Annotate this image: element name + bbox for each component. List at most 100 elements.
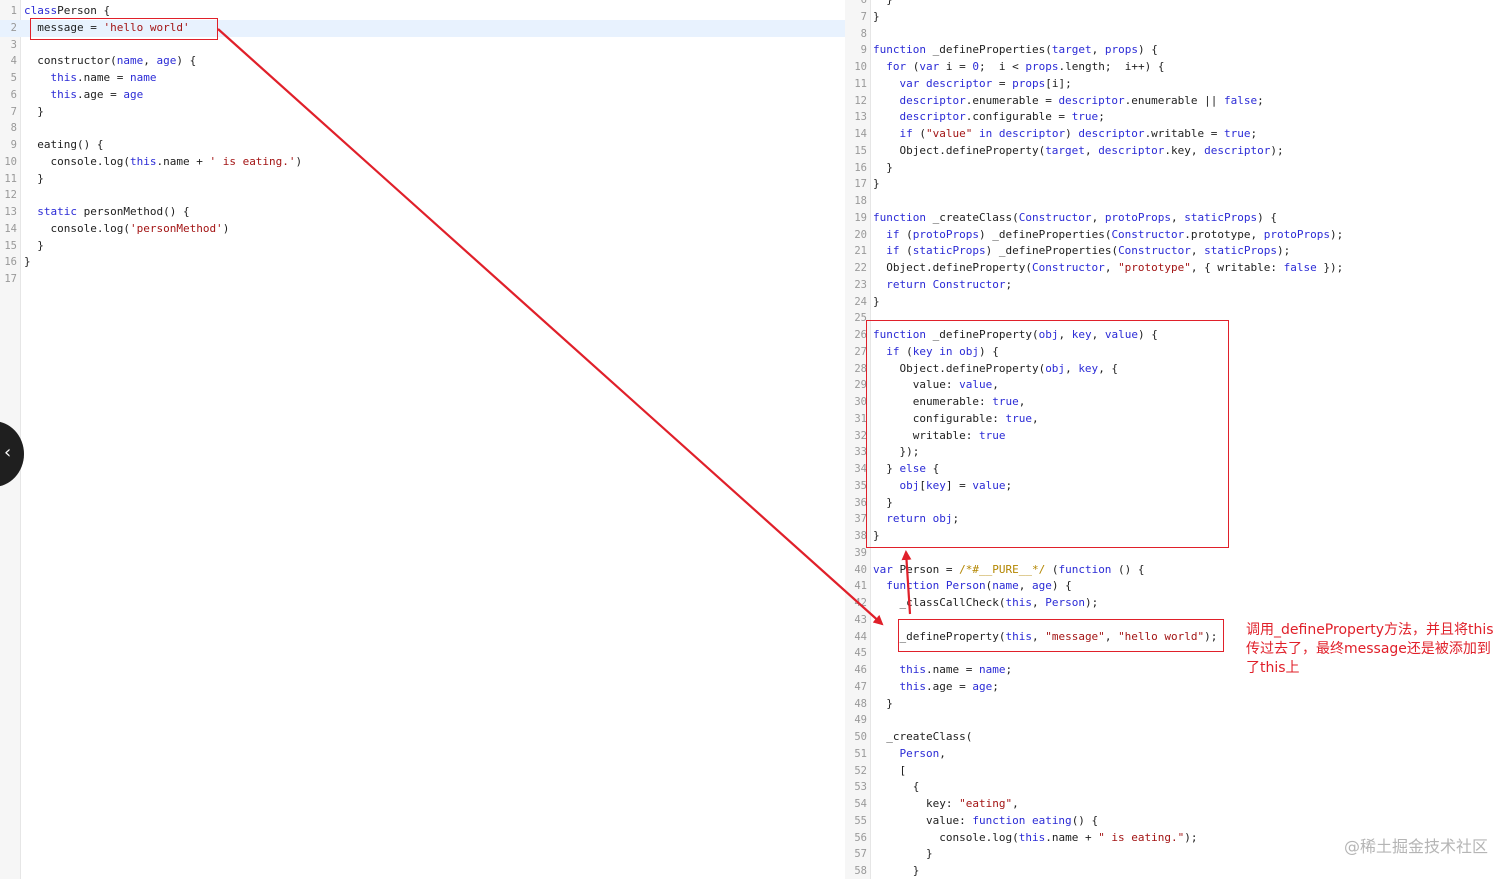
- code-line: 58 }: [845, 863, 1512, 879]
- code-token: .prototype,: [1184, 227, 1264, 241]
- code-line: 13 descriptor.configurable = true;: [845, 109, 1512, 126]
- code-token: name: [116, 54, 144, 68]
- code-token: "value": [926, 127, 973, 140]
- code-token: true: [1224, 127, 1251, 140]
- code-token: age: [972, 679, 993, 693]
- code-line: 17}: [845, 176, 1512, 193]
- code-token: .writable =: [1144, 127, 1225, 140]
- line-code: _classCallCheck(this, Person);: [873, 595, 1098, 612]
- code-line: 9 function _defineProperties(target, prop…: [845, 42, 1512, 59]
- code-token: .configurable =: [965, 110, 1072, 124]
- code-token: Constructor: [1111, 227, 1185, 241]
- line-code: {: [873, 779, 920, 796]
- code-token: );: [1277, 244, 1291, 258]
- code-token: }: [873, 160, 893, 174]
- code-token: var: [919, 60, 940, 73]
- define-property-call-box: [898, 619, 1224, 652]
- code-token: _createClass(: [925, 210, 1019, 224]
- code-line: 22 Object.defineProperty(Constructor, "p…: [845, 260, 1512, 277]
- line-number: 25: [854, 312, 867, 325]
- code-token: Person: [1045, 596, 1085, 609]
- line-number: 8: [860, 27, 867, 40]
- code-token: age: [123, 87, 144, 101]
- code-token: props: [1025, 60, 1059, 73]
- line-number: 46: [854, 664, 867, 676]
- line-number: 50: [854, 731, 867, 743]
- code-token: static: [24, 205, 77, 218]
- code-token: if: [873, 244, 900, 258]
- code-token: protoProps: [912, 227, 979, 241]
- line-code: descriptor.enumerable = descriptor.enume…: [873, 93, 1263, 110]
- line-number: 48: [854, 697, 867, 710]
- code-token: ;: [992, 679, 999, 693]
- code-line: 6 this.age = age: [0, 87, 845, 104]
- line-number: 29: [854, 379, 867, 392]
- code-line: 10 for (var i = 0; i < props.length; i++…: [845, 59, 1512, 76]
- code-token: this: [50, 71, 78, 84]
- code-token: Constructor: [1018, 210, 1092, 224]
- code-line: 48 }: [845, 696, 1512, 713]
- code-token: console.log(: [24, 154, 130, 168]
- code-token: props: [1104, 43, 1138, 57]
- code-token: in descriptor: [972, 127, 1066, 140]
- code-line: 14 if ("value" in descriptor) descriptor…: [845, 126, 1512, 143]
- line-number: 7: [860, 10, 867, 23]
- code-token: key:: [873, 797, 960, 810]
- line-number: 39: [854, 546, 867, 559]
- line-number: 58: [854, 865, 867, 877]
- code-token: false: [1224, 93, 1258, 107]
- code-token: [: [873, 763, 907, 777]
- code-token: this: [873, 663, 926, 676]
- code-line: 6 }: [845, 0, 1512, 9]
- code-line: 20 if (protoProps) _defineProperties(Con…: [845, 227, 1512, 244]
- code-token: }: [873, 847, 933, 861]
- line-code: key: "eating",: [873, 796, 1019, 813]
- code-token: protoProps: [1104, 210, 1172, 224]
- code-token: .enumerable =: [965, 93, 1059, 107]
- line-code: }: [24, 254, 31, 271]
- code-token: .name =: [77, 71, 130, 84]
- code-token: constructor(: [24, 54, 117, 68]
- code-line: 55 value: function eating() {: [845, 813, 1512, 830]
- code-token: }: [873, 9, 880, 23]
- line-number: 26: [854, 329, 867, 341]
- code-token: ): [222, 221, 230, 235]
- line-code: }: [873, 160, 893, 177]
- annotation-text: 调用_defineProperty方法，并且将this传过去了，最终messag…: [1246, 622, 1494, 676]
- code-token: if: [873, 227, 900, 241]
- line-number: 13: [4, 206, 17, 218]
- line-code: console.log(this.name + " is eating.");: [873, 830, 1197, 847]
- line-number: 4: [10, 55, 17, 68]
- line-code: }: [873, 294, 880, 311]
- code-token: ,: [143, 54, 157, 68]
- chevron-left-icon: ‹: [4, 442, 12, 463]
- line-code: this.name = name;: [873, 662, 1012, 679]
- code-token: " is eating.": [1098, 830, 1185, 844]
- code-line: 16 }: [845, 160, 1512, 177]
- line-number: 43: [854, 613, 867, 626]
- line-number: 16: [4, 256, 17, 269]
- line-number: 6: [10, 88, 17, 101]
- line-number: 5: [10, 72, 17, 84]
- code-token: (: [912, 127, 926, 140]
- code-token: Person =: [892, 562, 960, 576]
- line-code: constructor(name, age) {: [24, 53, 196, 70]
- code-line: 4 constructor(name, age) {: [0, 53, 845, 70]
- line-code: function _createClass(Constructor, proto…: [873, 210, 1277, 227]
- line-code: for (var i = 0; i < props.length; i++) {: [873, 59, 1164, 76]
- code-line: 11 var descriptor = props[i];: [845, 76, 1512, 93]
- code-token: Object.defineProperty(: [873, 143, 1046, 157]
- code-line: 7}: [845, 9, 1512, 26]
- code-line: 7 }: [0, 104, 845, 121]
- code-token: age: [156, 54, 177, 68]
- code-token: ;: [1005, 277, 1013, 291]
- line-number: 56: [854, 831, 867, 844]
- code-line: 13 static personMethod() {: [0, 204, 845, 221]
- line-number: 37: [854, 513, 867, 526]
- code-token: false: [1283, 261, 1317, 274]
- code-token: this: [50, 87, 78, 101]
- line-code: if ("value" in descriptor) descriptor.wr…: [873, 126, 1257, 143]
- line-code: }: [873, 0, 893, 9]
- code-token: this: [1005, 596, 1032, 609]
- code-token: function: [873, 579, 940, 593]
